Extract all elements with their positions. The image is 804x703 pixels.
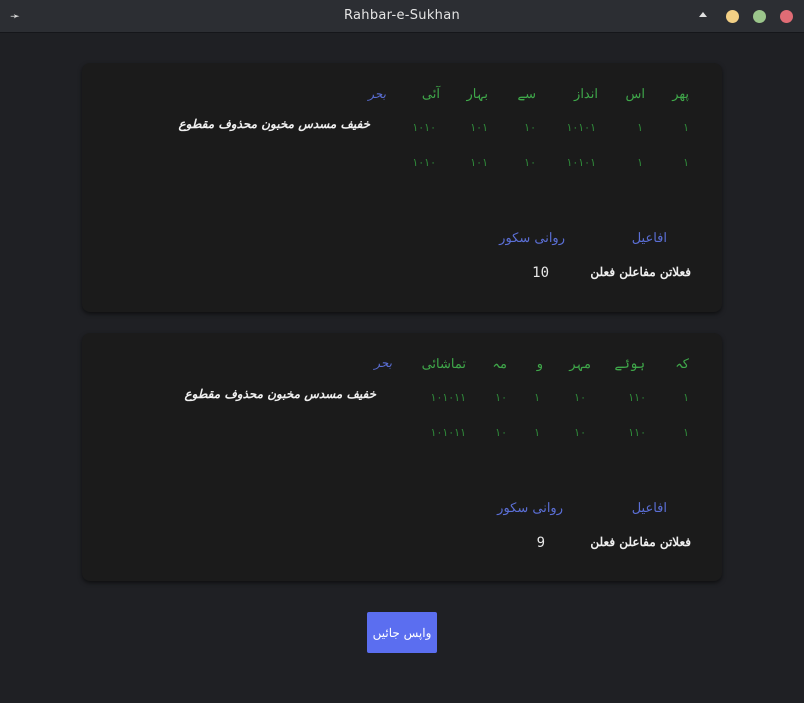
result-card: پھر اس انداز سے بہار آئی ۱ ۱ ۱۰۱۰۱ ۱۰ ۱۰… <box>82 63 722 312</box>
maximize-button[interactable] <box>753 10 766 23</box>
weight-cell: ۱۰۱۰ <box>412 156 436 169</box>
weight-cell: ۱ <box>683 121 689 134</box>
word-cell: سے <box>517 87 536 102</box>
afaeel-heading: افاعیل <box>631 501 667 516</box>
weight-cell: ۱۰۱۰۱۱ <box>430 391 466 404</box>
weight-cell: ۱ <box>683 156 689 169</box>
weight-cell: ۱۰۱۰۱ <box>566 121 596 134</box>
result-card: کہ ہوئے مہر و مہ تماشائی ۱ ۱۱۰ ۱۰ ۱ ۱۰ ۱… <box>82 333 722 581</box>
score-value: 9 <box>536 535 545 551</box>
weight-cell: ۱ <box>683 426 689 439</box>
weight-cell: ۱ <box>534 426 540 439</box>
weight-cell: ۱۰ <box>495 391 507 404</box>
afaeel-value: فعلاتن مفاعلن فعلن <box>590 265 691 279</box>
bahr-heading: بحر <box>374 356 392 370</box>
score-heading: روانی سکور <box>497 501 563 516</box>
word-cell: مہر <box>569 357 591 372</box>
word-cell: کہ <box>675 357 689 372</box>
bahr-value: خفیف مسدس مخبون محذوف مقطوع <box>178 117 370 131</box>
weight-cell: ۱۰ <box>574 426 586 439</box>
close-button[interactable] <box>780 10 793 23</box>
weight-cell: ۱۰ <box>524 156 536 169</box>
title-bar: ➛ Rahbar-e-Sukhan <box>0 0 804 33</box>
word-cell: انداز <box>574 87 598 102</box>
weight-cell: ۱ <box>637 121 643 134</box>
score-value: 10 <box>532 265 549 281</box>
word-cell: مہ <box>492 357 507 372</box>
weight-cell: ۱۱۰ <box>628 391 646 404</box>
weight-cell: ۱۰ <box>574 391 586 404</box>
weight-cell: ۱ <box>683 391 689 404</box>
weight-cell: ۱ <box>534 391 540 404</box>
go-back-button[interactable]: واپس جائیں <box>367 612 437 653</box>
window-title: Rahbar-e-Sukhan <box>343 8 461 23</box>
weight-cell: ۱۰۱۰۱ <box>566 156 596 169</box>
weight-cell: ۱۰ <box>524 121 536 134</box>
weight-cell: ۱۰۱۰ <box>412 121 436 134</box>
word-cell: بہار <box>466 87 488 102</box>
weight-cell: ۱ <box>637 156 643 169</box>
word-cell: ہوئے <box>614 357 645 372</box>
bahr-heading: بحر <box>368 87 386 101</box>
weight-cell: ۱۰۱ <box>470 156 488 169</box>
bahr-value: خفیف مسدس مخبون محذوف مقطوع <box>184 387 376 401</box>
weight-cell: ۱۰۱ <box>470 121 488 134</box>
word-cell: و <box>536 357 543 372</box>
word-cell: پھر <box>672 87 689 102</box>
word-cell: اس <box>625 87 645 102</box>
chevron-up-icon[interactable] <box>699 12 707 17</box>
afaeel-value: فعلاتن مفاعلن فعلن <box>590 535 691 549</box>
score-heading: روانی سکور <box>499 231 565 246</box>
weight-cell: ۱۰۱۰۱۱ <box>430 426 466 439</box>
afaeel-heading: افاعیل <box>631 231 667 246</box>
word-cell: آئی <box>421 87 440 102</box>
minimize-button[interactable] <box>726 10 739 23</box>
word-cell: تماشائی <box>421 357 466 372</box>
weight-cell: ۱۱۰ <box>628 426 646 439</box>
weight-cell: ۱۰ <box>495 426 507 439</box>
